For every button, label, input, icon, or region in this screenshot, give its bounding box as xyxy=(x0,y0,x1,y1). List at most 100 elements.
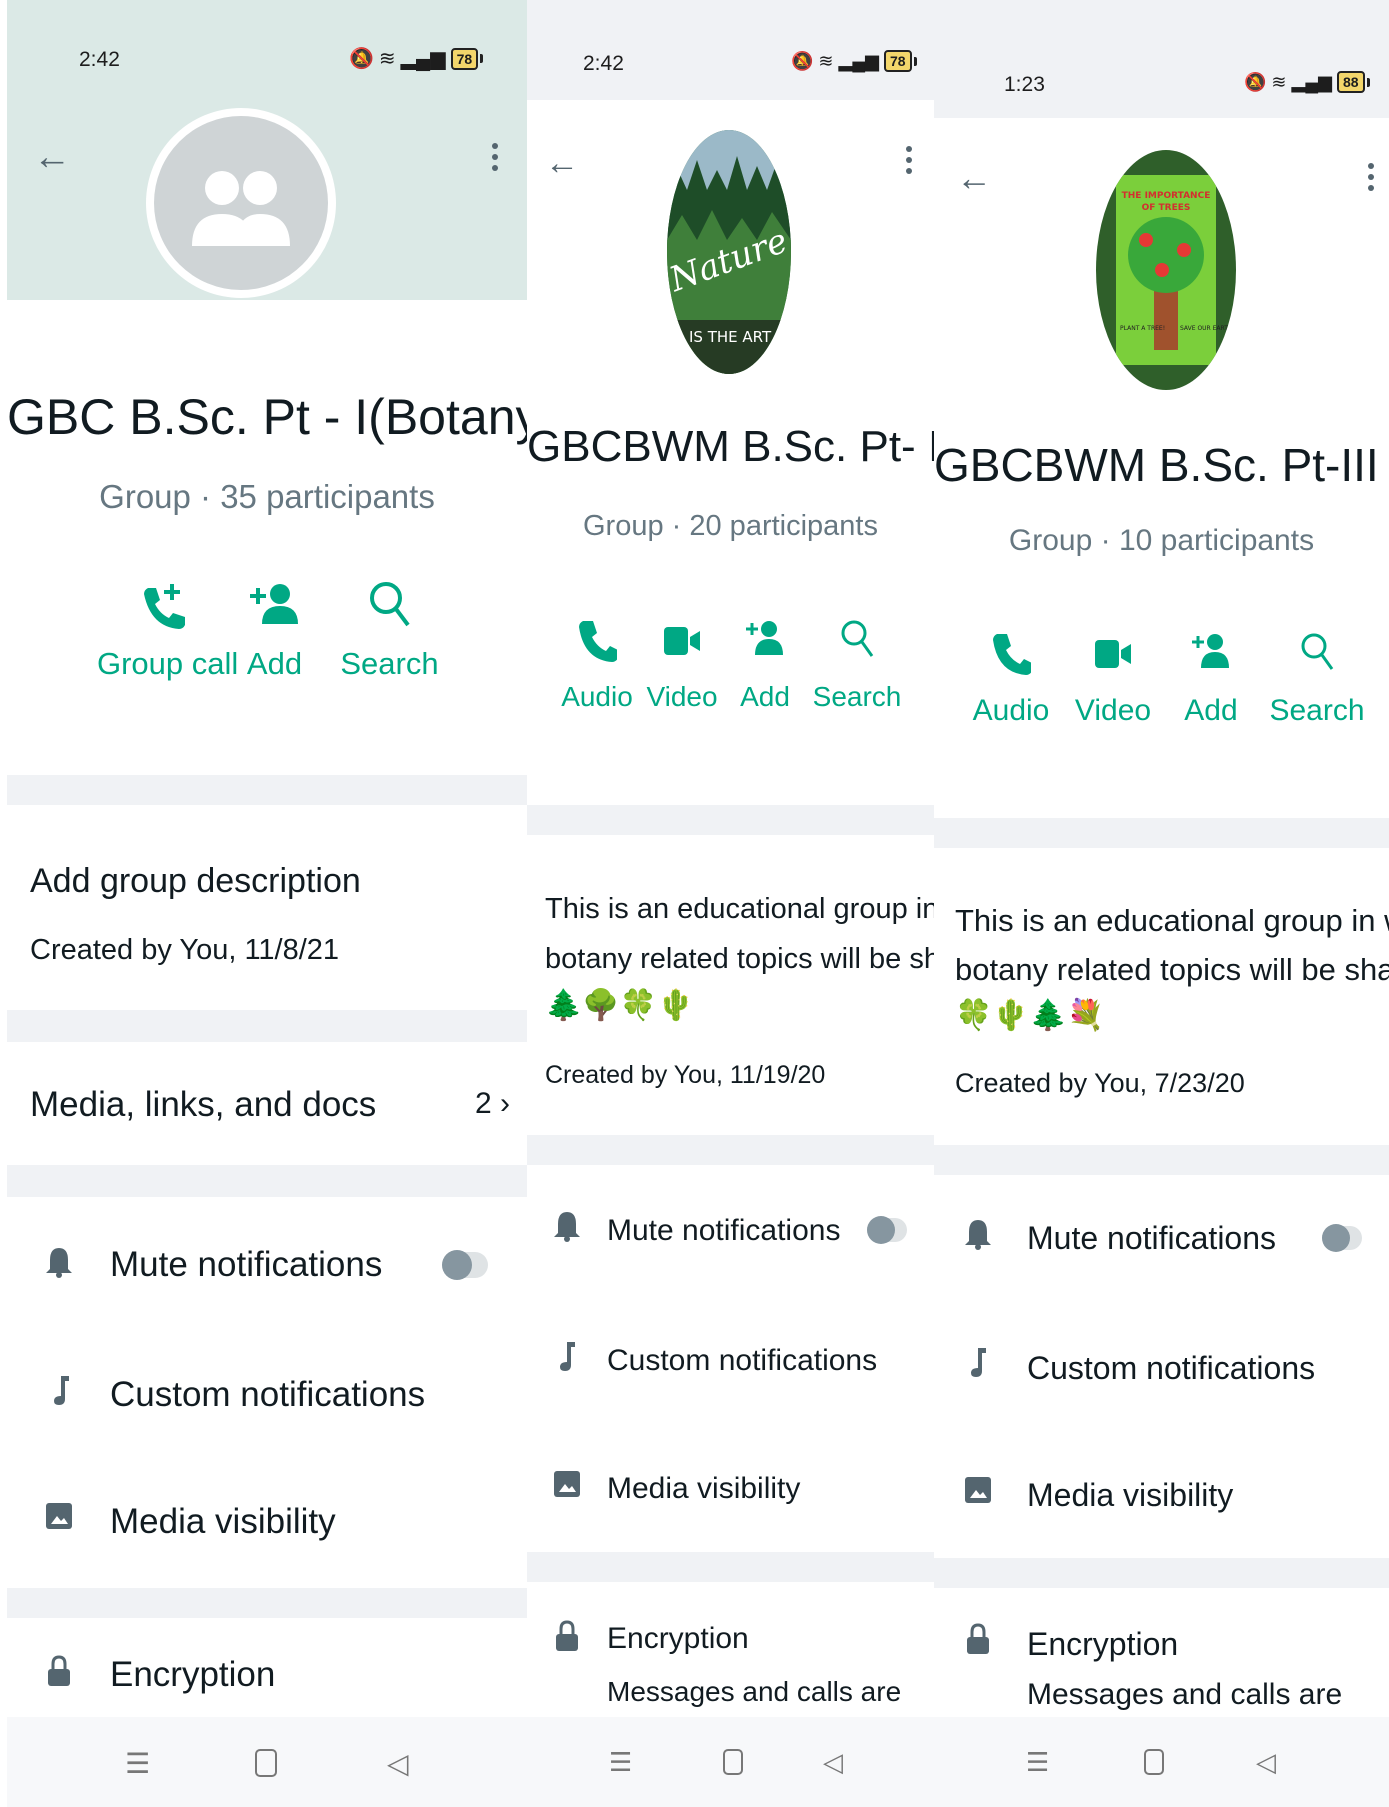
section-divider xyxy=(7,1165,527,1197)
add-person-icon xyxy=(249,584,298,624)
bell-icon xyxy=(965,1220,991,1250)
custom-notifications-label: Custom notifications xyxy=(607,1344,878,1377)
section-divider xyxy=(934,1558,1389,1588)
add-label: Add xyxy=(1184,694,1238,727)
music-note-icon xyxy=(560,1342,575,1371)
back-nav-icon[interactable]: ◁ xyxy=(387,1747,409,1780)
phone-icon xyxy=(579,621,617,662)
lock-icon xyxy=(556,1620,578,1651)
mute-status-icon: 🔕 xyxy=(349,48,374,70)
group-call-button[interactable]: Group call xyxy=(97,580,238,682)
video-label: Video xyxy=(646,681,718,712)
audio-call-button[interactable]: Audio xyxy=(966,628,1056,728)
video-call-button[interactable]: Video xyxy=(642,615,722,713)
battery-icon: 78 xyxy=(883,50,912,72)
add-button[interactable]: Add xyxy=(227,580,322,682)
media-visibility-label: Media visibility xyxy=(607,1472,801,1505)
search-button[interactable]: Search xyxy=(807,615,907,713)
search-button[interactable]: Search xyxy=(1262,628,1372,728)
group-avatar[interactable]: THE IMPORTANCE OF TREES PLANT A TREE! SA… xyxy=(1096,150,1236,390)
search-button[interactable]: Search xyxy=(327,580,452,682)
audio-label: Audio xyxy=(972,694,1050,727)
group-title: GBCBWM B.Sc. Pt- II Bot xyxy=(527,422,934,471)
search-label: Search xyxy=(1269,694,1365,727)
recent-apps-icon[interactable]: ☰ xyxy=(1026,1747,1049,1778)
trees-poster-avatar-image: THE IMPORTANCE OF TREES PLANT A TREE! SA… xyxy=(1096,150,1236,390)
back-arrow-icon[interactable]: ← xyxy=(956,160,992,196)
back-nav-icon[interactable]: ◁ xyxy=(823,1747,843,1778)
phone-icon xyxy=(993,634,1031,675)
mute-status-icon: 🔕 xyxy=(1244,71,1267,92)
avatar-text-of-trees: OF TREES xyxy=(1142,203,1191,213)
search-icon xyxy=(369,582,410,627)
music-note-icon xyxy=(971,1348,986,1377)
more-options-icon[interactable] xyxy=(906,146,912,179)
audio-label: Audio xyxy=(561,681,633,712)
image-icon xyxy=(554,1471,580,1497)
video-call-button[interactable]: Video xyxy=(1068,628,1158,728)
search-label: Search xyxy=(812,681,902,712)
bell-icon xyxy=(554,1212,580,1242)
section-divider xyxy=(7,775,527,805)
group-placeholder-icon xyxy=(154,116,328,290)
group-title: GBCBWM B.Sc. Pt-III Bot xyxy=(934,439,1389,491)
add-button[interactable]: Add xyxy=(730,615,800,713)
back-arrow-icon[interactable]: ← xyxy=(545,146,579,180)
signal-icon: ▂▄▆ xyxy=(838,50,879,71)
group-avatar[interactable] xyxy=(146,108,336,298)
group-info-panel-2: 2:42 🔕 ≋ ▂▄▆ 78 ← Nature IS THE ART OF G… xyxy=(527,0,934,1807)
lock-icon xyxy=(967,1623,989,1654)
mute-notifications-label: Mute notifications xyxy=(110,1245,383,1284)
encryption-subtext: Messages and calls are xyxy=(1027,1678,1343,1711)
signal-icon: ▂▄▆ xyxy=(400,48,446,70)
system-nav-bar: ☰ ◁ xyxy=(934,1717,1389,1807)
encryption-subtext: Messages and calls are xyxy=(607,1676,902,1707)
avatar-text-save: SAVE OUR EARTH xyxy=(1180,325,1232,332)
back-nav-icon[interactable]: ◁ xyxy=(1256,1747,1276,1778)
group-subtitle: Group · 35 participants xyxy=(99,478,435,515)
wifi-icon: ≋ xyxy=(378,48,396,70)
group-subtitle: Group · 10 participants xyxy=(1008,524,1315,557)
add-group-description-link[interactable]: Add group description xyxy=(30,862,361,901)
status-icons: 🔕 ≋ ▂▄▆ 78 xyxy=(791,50,917,72)
status-time: 1:23 xyxy=(1004,73,1045,96)
status-time: 2:42 xyxy=(79,48,120,71)
section-divider xyxy=(527,1552,934,1582)
section-divider xyxy=(527,1135,934,1165)
home-icon[interactable] xyxy=(1144,1749,1164,1775)
audio-call-button[interactable]: Audio xyxy=(557,615,637,713)
status-area xyxy=(934,0,1389,118)
mute-notifications-label: Mute notifications xyxy=(607,1214,841,1247)
video-icon xyxy=(664,627,700,655)
mute-toggle[interactable] xyxy=(1322,1224,1362,1252)
add-label: Add xyxy=(246,646,303,681)
image-icon xyxy=(46,1503,72,1529)
wifi-icon: ≋ xyxy=(818,50,834,71)
back-arrow-icon[interactable]: ← xyxy=(33,138,71,176)
media-visibility-label: Media visibility xyxy=(1027,1477,1234,1513)
home-icon[interactable] xyxy=(723,1749,743,1775)
mute-toggle[interactable] xyxy=(867,1216,907,1244)
home-icon[interactable] xyxy=(255,1749,277,1777)
lock-icon xyxy=(48,1655,70,1686)
avatar-text-plant: PLANT A TREE! xyxy=(1120,325,1165,332)
add-button[interactable]: Add xyxy=(1171,628,1251,728)
custom-notifications-label: Custom notifications xyxy=(1027,1350,1316,1386)
recent-apps-icon[interactable]: ☰ xyxy=(609,1747,632,1778)
battery-icon: 78 xyxy=(450,47,479,70)
description-line-1: This is an educational group in which xyxy=(545,893,934,925)
more-options-icon[interactable] xyxy=(492,143,498,176)
recent-apps-icon[interactable]: ☰ xyxy=(125,1747,150,1780)
video-label: Video xyxy=(1074,694,1152,727)
avatar-text-subtitle: IS THE ART OF G xyxy=(689,328,791,346)
group-info-panel-1: 2:42 🔕 ≋ ▂▄▆ 78 ← GBC B.Sc. Pt - I(Botan… xyxy=(7,0,527,1807)
system-nav-bar: ☰ ◁ xyxy=(7,1717,527,1807)
mute-notifications-label: Mute notifications xyxy=(1027,1220,1277,1256)
bell-icon xyxy=(46,1248,72,1278)
encryption-label: Encryption xyxy=(607,1622,749,1655)
mute-status-icon: 🔕 xyxy=(791,50,814,71)
more-options-icon[interactable] xyxy=(1368,163,1374,196)
mute-toggle[interactable] xyxy=(442,1250,488,1280)
group-avatar[interactable]: Nature IS THE ART OF G xyxy=(667,130,791,374)
created-by-text: Created by You, 7/23/20 xyxy=(955,1068,1245,1098)
